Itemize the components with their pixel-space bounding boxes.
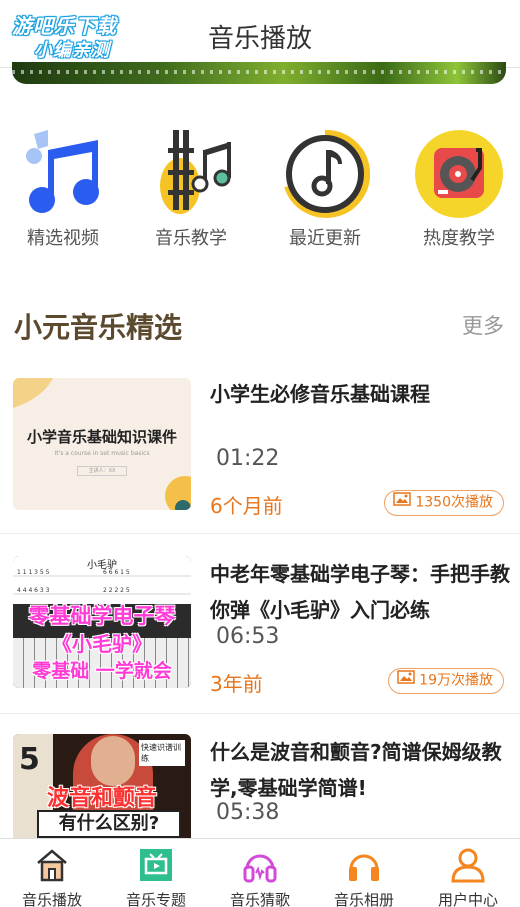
tv-icon [136, 845, 176, 885]
nav-label: 音乐播放 [21, 891, 82, 907]
video-title[interactable]: 中老年零基础学电子琴：手把手教你弹《小毛驴》入门必练 [210, 556, 510, 628]
thumbnail-line1: 零基础学电子琴 [28, 604, 176, 628]
headphones-icon [240, 845, 280, 885]
video-title[interactable]: 什么是波音和颤音?简谱保姆级教学,零基础学简谱! [210, 734, 510, 806]
svg-text:6 6 6 1 5: 6 6 6 1 5 [103, 569, 130, 576]
music-circle-icon [280, 128, 371, 220]
svg-text:4 4 4 6 3 3: 4 4 4 6 3 3 [17, 587, 50, 594]
play-count: 1350次播放 [415, 494, 493, 511]
category-hot-teaching[interactable]: 热度教学 [404, 128, 514, 250]
page-title: 音乐播放 [207, 24, 312, 54]
thumbnail-number-icon: 5 [19, 742, 40, 777]
video-age: 3年前 [210, 672, 263, 696]
headphones-icon [344, 845, 384, 885]
video-duration: 01:22 [216, 446, 280, 471]
svg-text:1 1 1 3 5 5: 1 1 1 3 5 5 [17, 569, 50, 576]
video-duration: 05:38 [216, 800, 280, 825]
play-count: 19万次播放 [419, 672, 493, 689]
category-row: 精选视频 音乐教学 最近更新 热度教学 [0, 128, 520, 258]
app-header: 游吧乐下载 小编亲测 音乐播放 [0, 0, 520, 68]
category-label: 精选视频 [27, 228, 99, 249]
video-title[interactable]: 小学生必修音乐基础课程 [210, 376, 510, 412]
banner-image[interactable] [12, 62, 506, 84]
nav-music-topics[interactable]: 音乐专题 [104, 845, 208, 907]
thumbnail-subtitle: It's a course in set music basics [54, 450, 150, 457]
nav-music-album[interactable]: 音乐相册 [312, 845, 416, 907]
nav-guess-song[interactable]: 音乐猜歌 [208, 845, 312, 907]
home-icon [32, 845, 72, 885]
thumbnail-line2: 《小毛驴》 [52, 632, 152, 656]
video-item[interactable]: 5 快速识谱训练 波音和颤音 有什么区别? 什么是波音和颤音?简谱保姆级教学,零… [0, 734, 520, 838]
category-recent-updates[interactable]: 最近更新 [270, 128, 380, 250]
more-link[interactable]: 更多 [462, 310, 504, 340]
music-note-icon [18, 128, 108, 220]
section-title: 小元音乐精选 [14, 311, 183, 344]
guitar-notes-icon [146, 128, 236, 220]
category-featured-video[interactable]: 精选视频 [8, 128, 118, 250]
video-thumbnail[interactable]: 小学音乐基础知识课件 It's a course in set music ba… [13, 378, 191, 510]
nav-label: 音乐相册 [333, 891, 394, 907]
thumbnail-line2: 有什么区别? [37, 810, 181, 838]
category-label: 音乐教学 [155, 228, 227, 249]
category-music-teaching[interactable]: 音乐教学 [136, 128, 246, 250]
thumbnail-line3: 零基础 一学就会 [32, 660, 172, 682]
image-icon [397, 669, 415, 692]
nav-label: 音乐猜歌 [229, 891, 290, 907]
play-count-badge: 19万次播放 [388, 668, 504, 694]
record-player-icon [414, 128, 504, 220]
bottom-navigation: 音乐播放 音乐专题 音乐猜歌 音乐相册 用户中心 [0, 838, 520, 907]
nav-user-center[interactable]: 用户中心 [416, 845, 520, 907]
thumbnail-line1: 波音和颤音 [46, 786, 157, 811]
user-icon [448, 845, 488, 885]
video-thumbnail[interactable]: 小毛驴 1 1 1 3 5 56 6 6 1 54 4 4 6 3 32 2 2… [13, 556, 191, 688]
divider [0, 533, 520, 534]
svg-text:2 2 2 2 5: 2 2 2 2 5 [103, 587, 130, 594]
category-label: 最近更新 [289, 228, 361, 249]
video-duration: 06:53 [216, 624, 280, 649]
thumbnail-title: 小学音乐基础知识课件 [26, 428, 177, 446]
video-item[interactable]: 小学音乐基础知识课件 It's a course in set music ba… [0, 376, 520, 526]
thumbnail-button: 主讲人：XX [77, 466, 127, 476]
divider [0, 713, 520, 714]
category-label: 热度教学 [423, 228, 495, 249]
video-age: 6个月前 [210, 494, 283, 518]
nav-label: 用户中心 [437, 891, 498, 907]
video-item[interactable]: 小毛驴 1 1 1 3 5 56 6 6 1 54 4 4 6 3 32 2 2… [0, 556, 520, 706]
video-thumbnail[interactable]: 5 快速识谱训练 波音和颤音 有什么区别? [13, 734, 191, 838]
image-icon [393, 491, 412, 514]
thumbnail-tag: 快速识谱训练 [139, 740, 185, 766]
nav-label: 音乐专题 [125, 891, 186, 907]
play-count-badge: 1350次播放 [384, 490, 504, 516]
nav-music-play[interactable]: 音乐播放 [0, 845, 104, 907]
